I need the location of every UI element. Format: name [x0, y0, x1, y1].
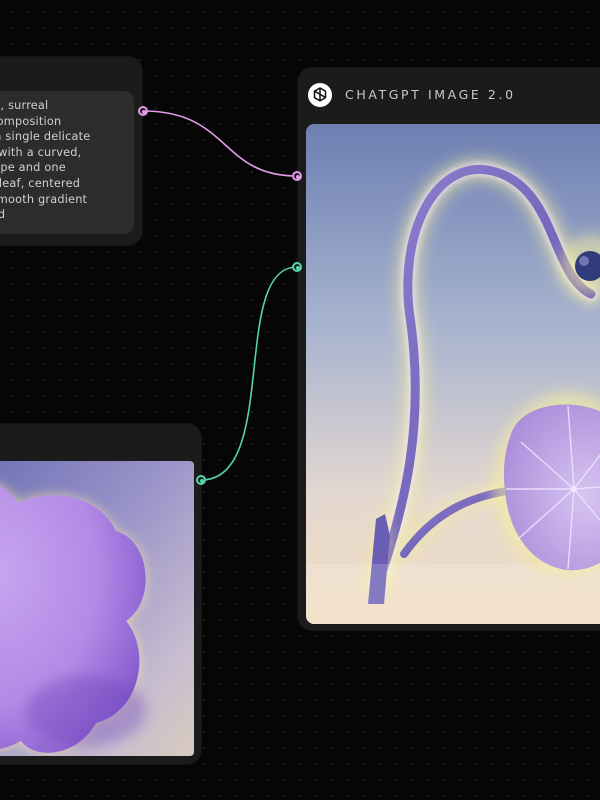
- prompt-node[interactable]: alist, surreal al composition ng a singl…: [0, 57, 142, 245]
- reference-image-node[interactable]: [0, 424, 201, 764]
- reference-image: [0, 461, 194, 756]
- image-generator-node[interactable]: CHATGPT IMAGE 2.0: [298, 68, 600, 630]
- image-connection-wire: [200, 266, 298, 481]
- image-input-port[interactable]: [292, 262, 302, 272]
- prompt-connection-wire: [142, 110, 298, 177]
- image-output-port[interactable]: [196, 475, 206, 485]
- prompt-input-port[interactable]: [292, 171, 302, 181]
- node-title: CHATGPT IMAGE 2.0: [345, 87, 516, 102]
- node-canvas[interactable]: alist, surreal al composition ng a singl…: [0, 0, 600, 800]
- prompt-text-box[interactable]: alist, surreal al composition ng a singl…: [0, 91, 134, 234]
- prompt-text[interactable]: alist, surreal al composition ng a singl…: [0, 98, 126, 223]
- openai-logo-icon: [308, 83, 332, 107]
- prompt-output-port[interactable]: [138, 106, 148, 116]
- generated-image[interactable]: [306, 124, 600, 624]
